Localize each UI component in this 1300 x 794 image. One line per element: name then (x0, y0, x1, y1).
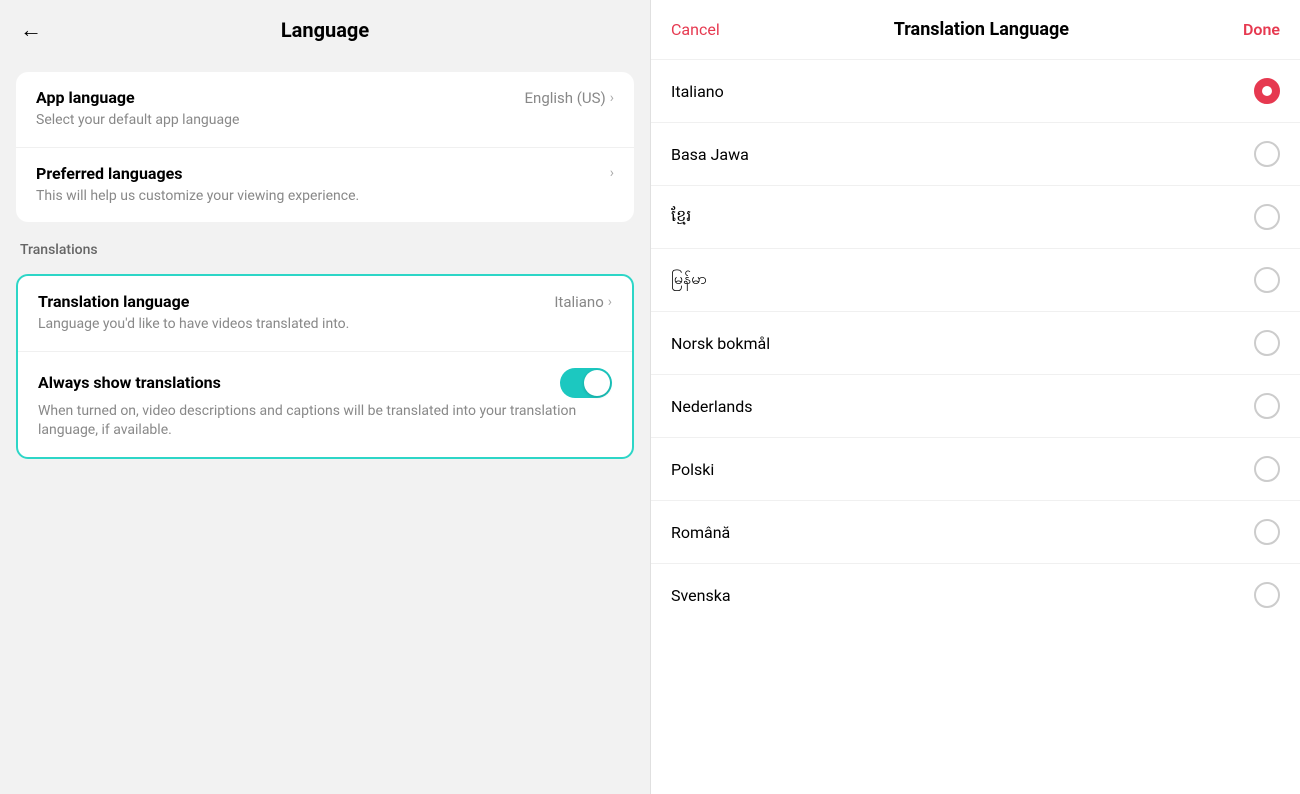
language-name: Română (671, 523, 730, 542)
left-panel: ← Language App language English (US) › S… (0, 0, 650, 794)
preferred-languages-subtitle: This will help us customize your viewing… (36, 187, 614, 207)
always-show-item: Always show translations When turned on,… (18, 352, 632, 457)
cancel-button[interactable]: Cancel (671, 20, 720, 39)
language-item[interactable]: Nederlands (651, 375, 1300, 438)
back-button[interactable]: ← (20, 17, 42, 43)
left-header: ← Language (0, 0, 650, 60)
app-language-subtitle: Select your default app language (36, 111, 614, 131)
app-language-value: English (US) › (525, 89, 614, 107)
radio-button[interactable] (1254, 267, 1280, 293)
preferred-languages-chevron: › (610, 165, 614, 181)
language-item[interactable]: Svenska (651, 564, 1300, 626)
language-name: Norsk bokmål (671, 334, 770, 353)
language-item[interactable]: မြန်မာ (651, 249, 1300, 312)
radio-button[interactable] (1254, 330, 1280, 356)
translation-language-title: Translation language (38, 292, 189, 311)
app-language-title: App language (36, 88, 135, 107)
language-name: Nederlands (671, 397, 753, 416)
radio-button[interactable] (1254, 582, 1280, 608)
language-item[interactable]: Polski (651, 438, 1300, 501)
always-show-subtitle: When turned on, video descriptions and c… (38, 402, 612, 441)
right-panel: Cancel Translation Language Done Italian… (650, 0, 1300, 794)
right-header: Cancel Translation Language Done (651, 0, 1300, 60)
preferred-languages-item[interactable]: Preferred languages › This will help us … (16, 148, 634, 223)
translation-card: Translation language Italiano › Language… (16, 274, 634, 459)
translation-language-chevron: › (608, 294, 612, 310)
language-item[interactable]: Italiano (651, 60, 1300, 123)
toggle-track[interactable] (560, 368, 612, 398)
app-language-item[interactable]: App language English (US) › Select your … (16, 72, 634, 148)
language-name: Svenska (671, 586, 731, 605)
radio-button[interactable] (1254, 141, 1280, 167)
language-name: မြန်မာ (671, 268, 707, 292)
left-title: Language (281, 18, 369, 42)
language-item[interactable]: ខ្មែរ (651, 186, 1300, 249)
translations-label: Translations (16, 234, 634, 262)
done-button[interactable]: Done (1243, 20, 1280, 39)
radio-button[interactable] (1254, 78, 1280, 104)
translation-language-subtitle: Language you'd like to have videos trans… (38, 315, 612, 335)
app-language-chevron: › (610, 90, 614, 106)
radio-button[interactable] (1254, 204, 1280, 230)
language-name: ខ្មែរ (671, 205, 691, 229)
language-item[interactable]: Basa Jawa (651, 123, 1300, 186)
translation-language-item[interactable]: Translation language Italiano › Language… (18, 276, 632, 352)
language-name: Polski (671, 460, 714, 479)
language-name: Basa Jawa (671, 145, 749, 164)
radio-button[interactable] (1254, 456, 1280, 482)
always-show-title: Always show translations (38, 373, 221, 392)
language-name: Italiano (671, 82, 724, 101)
radio-button[interactable] (1254, 393, 1280, 419)
left-content: App language English (US) › Select your … (0, 60, 650, 471)
always-show-toggle[interactable] (560, 368, 612, 398)
language-item[interactable]: Norsk bokmål (651, 312, 1300, 375)
language-card: App language English (US) › Select your … (16, 72, 634, 222)
language-item[interactable]: Română (651, 501, 1300, 564)
language-list: Italiano Basa Jawa ខ្មែរ မြန်မာ Norsk bokmål… (651, 60, 1300, 794)
translation-language-panel-title: Translation Language (894, 19, 1069, 40)
preferred-languages-title: Preferred languages (36, 164, 182, 183)
translation-language-value: Italiano › (554, 293, 612, 311)
radio-button[interactable] (1254, 519, 1280, 545)
toggle-knob (584, 370, 610, 396)
